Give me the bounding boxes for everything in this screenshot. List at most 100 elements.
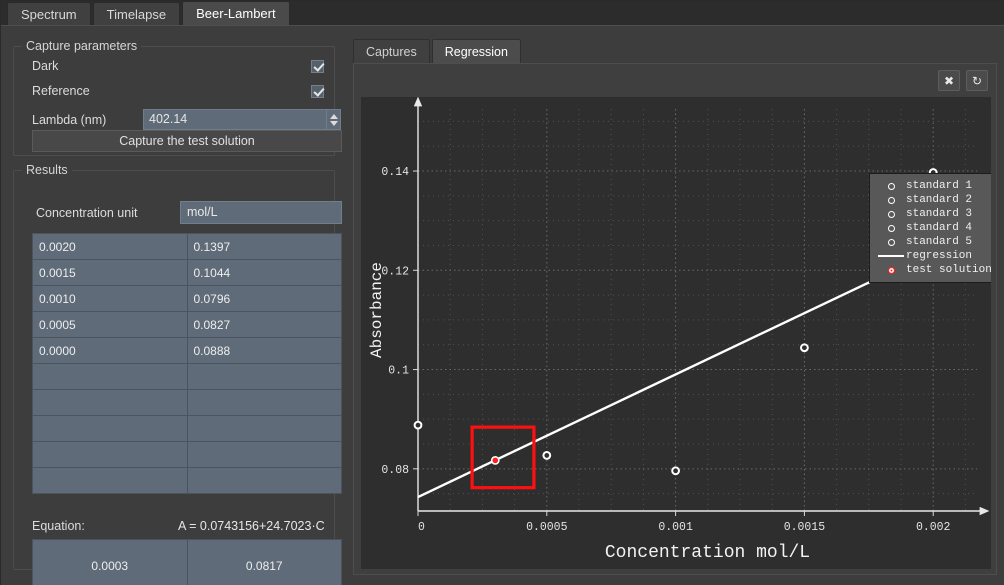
tab-timelapse[interactable]: Timelapse <box>92 2 181 25</box>
table-row: 0.0000 0.0888 <box>32 337 342 364</box>
data-point <box>413 420 423 430</box>
capture-parameters-group: Capture parameters Dark Reference Lambda… <box>13 39 342 156</box>
lambda-row: Lambda (nm) 402.14 <box>32 109 342 130</box>
absorbance-cell[interactable]: 0.0796 <box>186 285 342 312</box>
absorbance-cell[interactable] <box>186 389 342 416</box>
legend-ring-icon <box>887 224 895 232</box>
table-row: 0.0010 0.0796 <box>32 285 342 312</box>
absorbance-cell[interactable] <box>186 441 342 468</box>
capture-test-solution-button[interactable]: Capture the test solution <box>32 130 342 152</box>
absorbance-cell[interactable] <box>186 415 342 442</box>
data-point <box>671 466 681 476</box>
dark-checkbox[interactable] <box>311 59 324 73</box>
y-tick-label: 0.14 <box>381 166 409 179</box>
concentration-unit-value[interactable]: mol/L <box>180 201 342 224</box>
concentration-cell[interactable] <box>32 467 188 494</box>
test-absorbance-cell: 0.0817 <box>186 539 342 585</box>
y-tick-label: 0.08 <box>381 464 409 477</box>
legend-label: standard 1 <box>906 180 973 192</box>
main-tab-bar: Spectrum Timelapse Beer-Lambert <box>1 1 1004 25</box>
legend-marker-icon <box>876 238 906 246</box>
reference-label: Reference <box>32 84 90 98</box>
concentration-cell[interactable]: 0.0005 <box>32 311 188 338</box>
x-axis-label: Concentration mol/L <box>605 543 810 563</box>
table-row: 0.0015 0.1044 <box>32 259 342 286</box>
absorbance-cell[interactable]: 0.0888 <box>186 337 342 364</box>
concentration-unit-row: Concentration unit mol/L <box>32 201 342 224</box>
legend-item: standard 5 <box>876 235 991 249</box>
absorbance-cell[interactable] <box>186 363 342 390</box>
absorbance-cell[interactable] <box>186 467 342 494</box>
beer-lambert-window: Spectrum Timelapse Beer-Lambert Capture … <box>0 0 1004 585</box>
absorbance-cell[interactable]: 0.1397 <box>186 233 342 260</box>
legend-marker-icon <box>876 210 906 218</box>
concentration-cell[interactable] <box>32 363 188 390</box>
table-row <box>32 389 342 416</box>
results-group: Results Concentration unit mol/L 0.0020 0… <box>13 163 342 585</box>
concentration-cell[interactable] <box>32 441 188 468</box>
plot-tab-bar: Captures Regression <box>353 38 523 63</box>
left-panel: Capture parameters Dark Reference Lambda… <box>1 25 345 585</box>
tab-spectrum[interactable]: Spectrum <box>7 2 91 25</box>
data-point <box>542 451 552 460</box>
right-panel: Captures Regression ✖ ↻ 0 0.0005 0.001 0.00… <box>345 25 1004 585</box>
legend-item: regression <box>876 249 991 263</box>
plot-toolbar: ✖ ↻ <box>938 70 988 91</box>
y-axis-label: Absorbance <box>368 262 386 358</box>
chart-legend: standard 1 standard 2 standard 3 standard 4… <box>869 173 991 283</box>
legend-label: standard 3 <box>906 208 973 220</box>
test-solution-table: 0.0003 0.0817 <box>32 539 342 585</box>
legend-marker-icon <box>876 224 906 232</box>
legend-ring-icon <box>887 196 895 204</box>
y-tick-label: 0.1 <box>388 365 409 378</box>
regression-plot: 0 0.0005 0.001 0.0015 0.002 0.08 0.1 0.12 0.14 Co… <box>361 97 991 569</box>
legend-item: test solution <box>876 263 991 277</box>
regression-content: ✖ ↻ 0 0.0005 0.001 0.0015 0.002 0.08 0.1 0.12 0.… <box>353 63 997 575</box>
legend-marker-icon <box>876 182 906 190</box>
tab-captures[interactable]: Captures <box>353 39 430 63</box>
legend-item: standard 4 <box>876 221 991 235</box>
legend-label: standard 2 <box>906 194 973 206</box>
equation-row: Equation: A = 0.0743156+24.7023·C <box>28 519 342 533</box>
x-tick-label: 0 <box>418 521 425 534</box>
capture-parameters-title: Capture parameters <box>22 39 142 53</box>
legend-label: standard 4 <box>906 222 973 234</box>
tab-regression[interactable]: Regression <box>431 39 521 63</box>
concentration-cell[interactable]: 0.0000 <box>32 337 188 364</box>
legend-marker-icon <box>876 196 906 204</box>
reference-checkbox[interactable] <box>311 84 324 98</box>
table-row <box>32 363 342 390</box>
lambda-spinner[interactable] <box>327 109 341 130</box>
table-row <box>32 415 342 442</box>
absorbance-cell[interactable]: 0.1044 <box>186 259 342 286</box>
legend-line-icon <box>878 255 904 257</box>
legend-label: regression <box>906 250 973 262</box>
table-row: 0.0005 0.0827 <box>32 311 342 338</box>
data-point <box>490 455 500 465</box>
results-table: 0.0020 0.1397 0.0015 0.1044 0.0010 0.0796 0.00… <box>32 233 342 494</box>
legend-ring-icon <box>887 238 895 246</box>
concentration-cell[interactable] <box>32 415 188 442</box>
x-tick-label: 0.0015 <box>784 521 826 534</box>
refresh-icon[interactable]: ↻ <box>966 70 988 91</box>
lambda-input[interactable]: 402.14 <box>143 109 327 130</box>
concentration-cell[interactable]: 0.0010 <box>32 285 188 312</box>
test-concentration-cell: 0.0003 <box>32 539 188 585</box>
table-row <box>32 467 342 494</box>
concentration-cell[interactable] <box>32 389 188 416</box>
tab-beer-lambert[interactable]: Beer-Lambert <box>182 1 290 25</box>
legend-item: standard 2 <box>876 193 991 207</box>
table-row: 0.0003 0.0817 <box>32 539 342 585</box>
absorbance-cell[interactable]: 0.0827 <box>186 311 342 338</box>
results-title: Results <box>22 163 72 177</box>
close-icon[interactable]: ✖ <box>938 70 960 91</box>
legend-ring-icon <box>887 266 895 274</box>
x-tick-label: 0.002 <box>916 521 951 534</box>
equation-value: A = 0.0743156+24.7023·C <box>178 519 325 533</box>
concentration-cell[interactable]: 0.0015 <box>32 259 188 286</box>
concentration-cell[interactable]: 0.0020 <box>32 233 188 260</box>
concentration-unit-label: Concentration unit <box>36 205 138 220</box>
x-tick-label: 0.0005 <box>526 521 568 534</box>
table-row: 0.0020 0.1397 <box>32 233 342 260</box>
legend-marker-icon <box>876 255 906 257</box>
